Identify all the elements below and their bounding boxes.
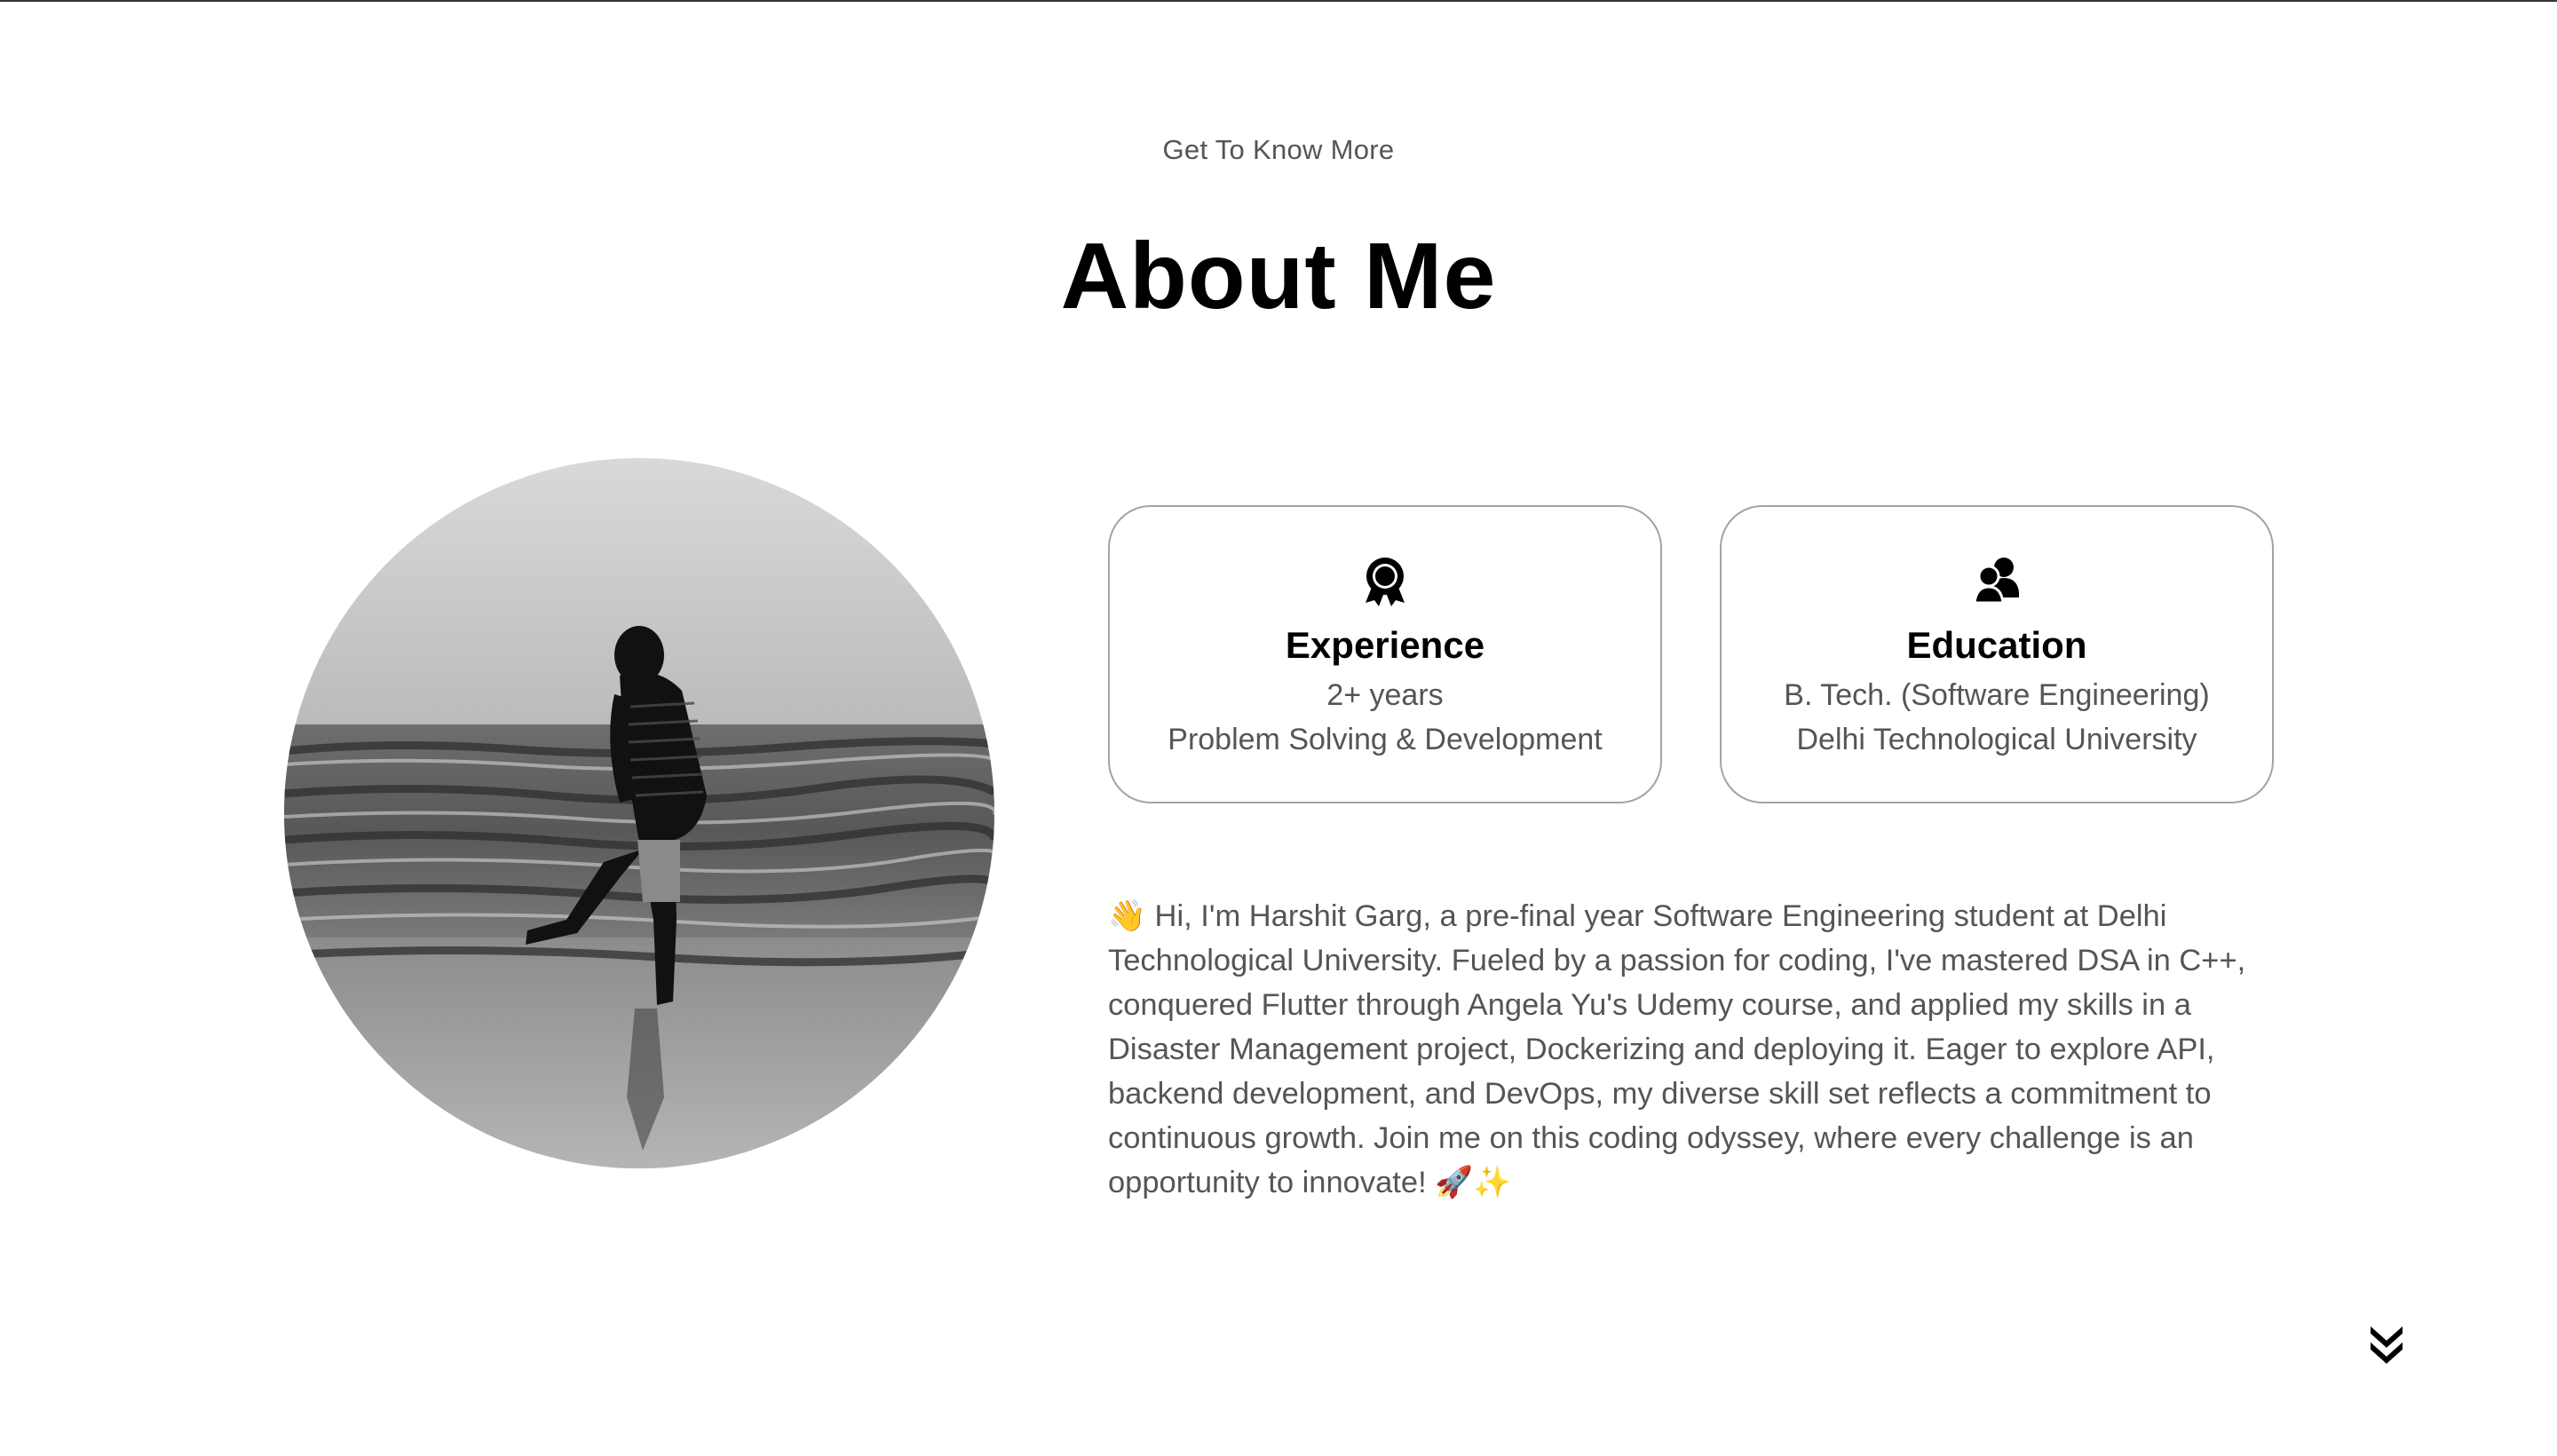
education-degree: B. Tech. (Software Engineering) — [1784, 678, 2210, 712]
users-group-icon — [1722, 557, 2272, 606]
section-subtitle: Get To Know More — [1162, 134, 1395, 165]
experience-focus: Problem Solving & Development — [1168, 723, 1603, 756]
about-bio: 👋 Hi, I'm Harshit Garg, a pre-final year… — [1108, 898, 2246, 1199]
award-ribbon-icon — [1110, 557, 1660, 606]
education-university: Delhi Technological University — [1796, 723, 2197, 756]
section-title: About Me — [1060, 224, 1497, 329]
education-title: Education — [1906, 624, 2087, 666]
experience-card: Experience 2+ years Problem Solving & De… — [1108, 505, 1662, 803]
about-section: Get To Know More About Me Experience 2+ … — [0, 0, 2557, 1456]
education-card: Education B. Tech. (Software Engineering… — [1720, 505, 2274, 803]
chevron-double-down-icon[interactable] — [2365, 1323, 2408, 1365]
profile-photo — [284, 458, 994, 1168]
experience-title: Experience — [1285, 624, 1485, 666]
experience-years: 2+ years — [1326, 678, 1444, 712]
